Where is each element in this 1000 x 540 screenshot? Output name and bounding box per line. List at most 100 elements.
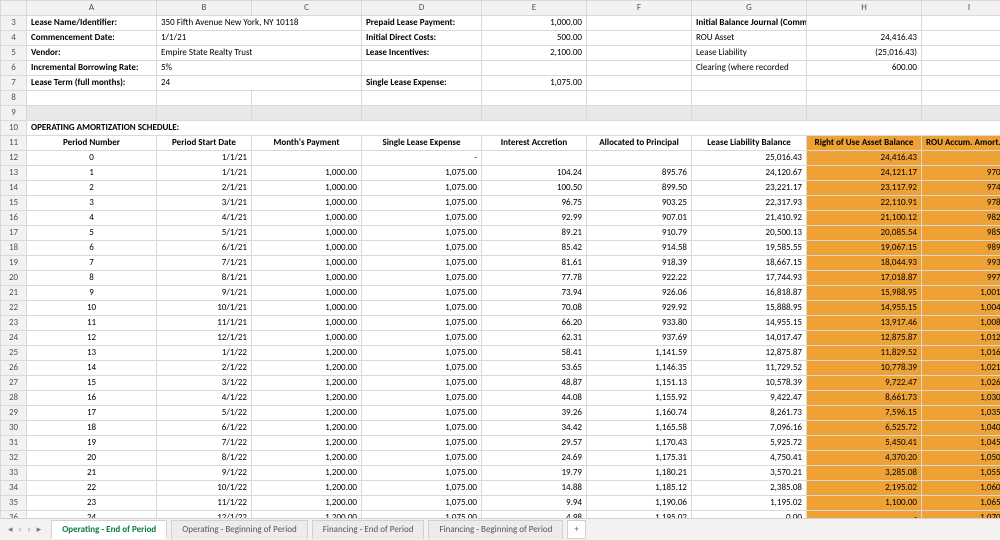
cell[interactable]: 1,200.00	[252, 511, 362, 519]
cell[interactable]	[922, 151, 1000, 166]
schedule-header-F[interactable]: Allocated to Principal	[587, 136, 692, 151]
cell[interactable]: 0	[27, 151, 157, 166]
empty-cell[interactable]	[587, 46, 692, 61]
cell[interactable]: 22	[27, 481, 157, 496]
cell[interactable]: 81.61	[482, 256, 587, 271]
cell[interactable]: 1,065.06	[922, 496, 1000, 511]
tab-nav-last-icon[interactable]: ▸	[35, 524, 44, 535]
row-header[interactable]: 34	[1, 481, 27, 496]
cell[interactable]: 48.87	[482, 376, 587, 391]
label-cell[interactable]	[692, 76, 807, 91]
empty-cell[interactable]	[692, 91, 807, 106]
column-header-D[interactable]: D	[362, 1, 482, 16]
empty-cell[interactable]	[922, 106, 1000, 121]
cell[interactable]: 1,012.69	[922, 331, 1000, 346]
sheet-tab[interactable]: Financing - Beginning of Period	[428, 520, 563, 539]
row-header[interactable]: 3	[1, 16, 27, 31]
empty-cell[interactable]	[922, 16, 1000, 31]
cell[interactable]: 903.25	[587, 196, 692, 211]
cell[interactable]: 1,030.92	[922, 391, 1000, 406]
cell[interactable]: 985.79	[922, 226, 1000, 241]
cell[interactable]: 14.88	[482, 481, 587, 496]
cell[interactable]: 24.69	[482, 451, 587, 466]
empty-cell[interactable]	[587, 16, 692, 31]
cell[interactable]: 1,000.00	[252, 316, 362, 331]
cell[interactable]: 19	[27, 436, 157, 451]
cell[interactable]: 15,888.95	[692, 301, 807, 316]
cell[interactable]: 4.98	[482, 511, 587, 519]
cell[interactable]: 9,722.47	[807, 376, 922, 391]
label-cell[interactable]: Lease Name/Identifier:	[27, 16, 157, 31]
cell[interactable]: 1,075.00	[362, 181, 482, 196]
select-all-corner[interactable]	[1, 1, 27, 16]
cell[interactable]: 899.50	[587, 181, 692, 196]
cell[interactable]: 933.80	[587, 316, 692, 331]
cell[interactable]: 1,000.00	[252, 301, 362, 316]
cell[interactable]: 34.42	[482, 421, 587, 436]
tab-nav-first-icon[interactable]: ◂	[6, 524, 15, 535]
cell[interactable]: 20,085.54	[807, 226, 922, 241]
value-cell[interactable]: 1/1/21	[157, 31, 362, 46]
schedule-header-A[interactable]: Period Number	[27, 136, 157, 151]
sheet-tab[interactable]: Financing - End of Period	[312, 520, 425, 539]
cell[interactable]: 17,018.87	[807, 271, 922, 286]
sheet-tab[interactable]: Operating - Beginning of Period	[171, 520, 308, 539]
cell[interactable]: 1,075.00	[362, 241, 482, 256]
cell[interactable]: 1,075.00	[362, 256, 482, 271]
cell[interactable]: 10,578.39	[692, 376, 807, 391]
cell[interactable]: 20	[27, 451, 157, 466]
cell[interactable]: 1	[27, 166, 157, 181]
cell[interactable]: 8/1/22	[157, 451, 252, 466]
value-cell[interactable]: 24	[157, 76, 362, 91]
tab-nav-prev-icon[interactable]: ‹	[17, 524, 24, 535]
value-cell[interactable]: 1,075.00	[482, 76, 587, 91]
cell[interactable]: 44.08	[482, 391, 587, 406]
row-header[interactable]: 28	[1, 391, 27, 406]
cell[interactable]: 5/1/22	[157, 406, 252, 421]
cell[interactable]: 58.41	[482, 346, 587, 361]
cell[interactable]: 1/1/21	[157, 166, 252, 181]
row-header[interactable]: 22	[1, 301, 27, 316]
empty-cell[interactable]	[482, 106, 587, 121]
cell[interactable]: 1,180.21	[587, 466, 692, 481]
cell[interactable]: 5	[27, 226, 157, 241]
cell[interactable]: 89.21	[482, 226, 587, 241]
cell[interactable]: 1,075.00	[362, 196, 482, 211]
cell[interactable]: 1,000.00	[252, 211, 362, 226]
cell[interactable]: 9/1/21	[157, 286, 252, 301]
cell[interactable]: 929.92	[587, 301, 692, 316]
empty-cell[interactable]	[587, 31, 692, 46]
schedule-header-I[interactable]: ROU Accum. Amort. (Plug)	[922, 136, 1000, 151]
cell[interactable]: 7,596.15	[807, 406, 922, 421]
cell[interactable]: 1,200.00	[252, 391, 362, 406]
row-header[interactable]: 9	[1, 106, 27, 121]
cell[interactable]: 18,044.93	[807, 256, 922, 271]
cell[interactable]: 7/1/21	[157, 256, 252, 271]
cell[interactable]: 1,000.00	[252, 331, 362, 346]
row-header[interactable]: 10	[1, 121, 27, 136]
empty-cell[interactable]	[922, 46, 1000, 61]
cell[interactable]: 1,195.02	[587, 511, 692, 519]
cell[interactable]: 1,000.00	[252, 166, 362, 181]
cell[interactable]: 1,100.00	[807, 496, 922, 511]
column-header-E[interactable]: E	[482, 1, 587, 16]
column-header-A[interactable]: A	[27, 1, 157, 16]
row-header[interactable]: 15	[1, 196, 27, 211]
cell[interactable]: 17,744.93	[692, 271, 807, 286]
cell[interactable]: 11,729.52	[692, 361, 807, 376]
cell[interactable]: 3/1/22	[157, 376, 252, 391]
cell[interactable]: 5,925.72	[692, 436, 807, 451]
cell[interactable]: 1,146.35	[587, 361, 692, 376]
row-header[interactable]: 29	[1, 406, 27, 421]
cell[interactable]: 14,955.15	[692, 316, 807, 331]
schedule-header-H[interactable]: Right of Use Asset Balance	[807, 136, 922, 151]
cell[interactable]: 1,151.13	[587, 376, 692, 391]
label-cell[interactable]: Initial Direct Costs:	[362, 31, 482, 46]
cell[interactable]: 24,416.43	[807, 151, 922, 166]
cell[interactable]: 96.75	[482, 196, 587, 211]
cell[interactable]: 18	[27, 421, 157, 436]
cell[interactable]: 4	[27, 211, 157, 226]
cell[interactable]: 77.78	[482, 271, 587, 286]
value-cell[interactable]	[807, 16, 922, 31]
cell[interactable]: 1,200.00	[252, 436, 362, 451]
